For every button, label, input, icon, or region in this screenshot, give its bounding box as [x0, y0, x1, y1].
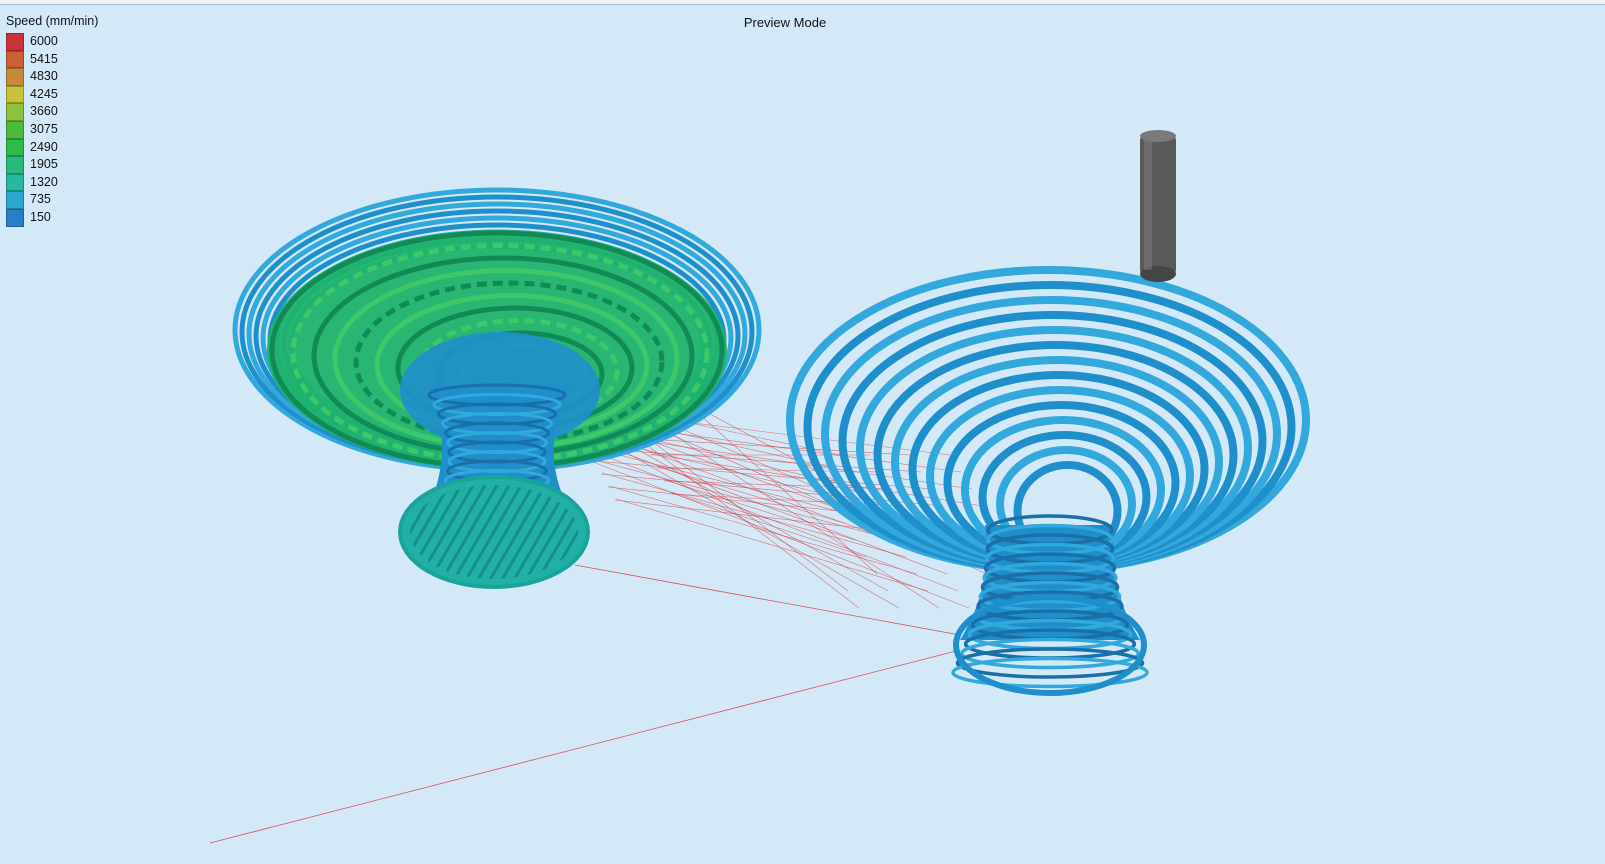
legend-label: 735: [30, 192, 51, 207]
legend-swatch: [6, 85, 24, 104]
legend-swatch: [6, 173, 24, 192]
legend-label: 150: [30, 209, 51, 224]
legend-entry: 1320: [6, 173, 98, 192]
legend-swatch: [6, 33, 24, 51]
legend-label: 3075: [30, 121, 58, 136]
legend-swatch: [6, 103, 24, 121]
legend-entry: 2490: [6, 138, 98, 157]
model-right-print: [786, 266, 1310, 696]
legend-swatch: [6, 120, 24, 139]
speed-legend: Speed (mm/min) 6000 5415 4830 4245 3660 3075 2…: [6, 14, 98, 227]
legend-label: 1320: [30, 174, 58, 189]
toolpath-scene[interactable]: [0, 0, 1605, 864]
travel-line: [635, 428, 849, 592]
legend-swatch: [6, 191, 24, 209]
legend-entry: 150: [6, 208, 98, 227]
legend-swatch: [6, 208, 24, 227]
legend-entry: 3660: [6, 103, 98, 121]
legend-entry: 735: [6, 191, 98, 209]
legend-entry: 4830: [6, 68, 98, 86]
legend-swatch: [6, 50, 24, 69]
legend-entry: 1905: [6, 156, 98, 174]
legend-swatch: [6, 156, 24, 174]
nozzle-icon: [1140, 130, 1176, 282]
preview-viewport[interactable]: Speed (mm/min) 6000 5415 4830 4245 3660 3075 2…: [0, 0, 1605, 864]
nozzle-highlight: [1144, 140, 1152, 270]
legend-entry: 5415: [6, 50, 98, 69]
legend-label: 2490: [30, 139, 58, 154]
legend-label: 4245: [30, 86, 58, 101]
legend-swatch: [6, 138, 24, 157]
travel-moves: [209, 394, 988, 844]
travel-line: [209, 649, 961, 844]
preview-mode-label: Preview Mode: [743, 15, 827, 30]
legend-entry: 3075: [6, 120, 98, 139]
legend-label: 5415: [30, 51, 58, 66]
legend-swatch: [6, 68, 24, 86]
legend-label: 3660: [30, 104, 58, 119]
legend-entry: 4245: [6, 85, 98, 104]
legend-label: 4830: [30, 69, 58, 84]
legend-label: 6000: [30, 34, 58, 48]
model-left-print: [232, 187, 762, 589]
legend-entry: 6000: [6, 33, 98, 51]
legend-rows: 6000 5415 4830 4245 3660 3075 2490 1905 1320 735 1…: [6, 33, 98, 227]
travel-line: [574, 564, 961, 636]
legend-label: 1905: [30, 157, 58, 172]
